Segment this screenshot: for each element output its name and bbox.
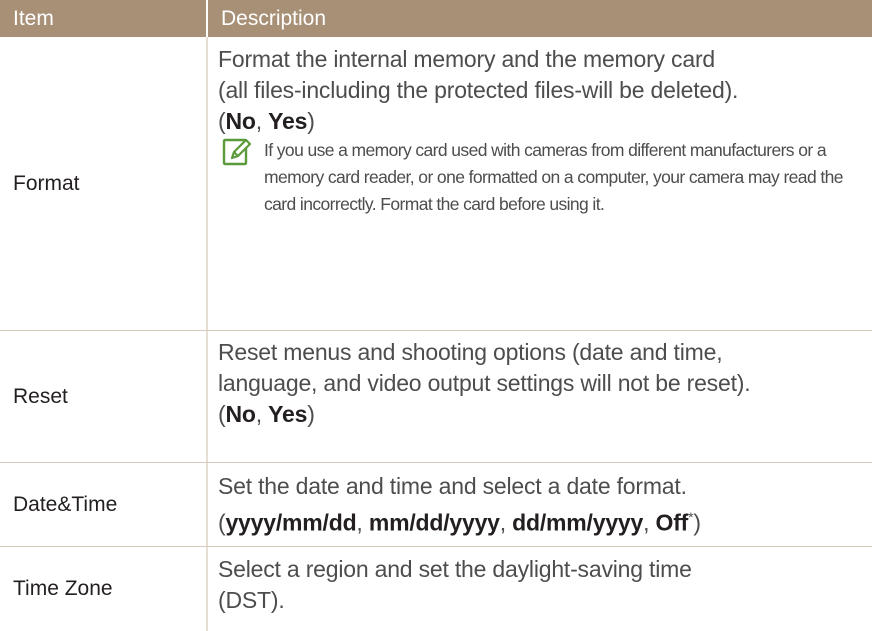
options-line: (No, Yes) [218,401,315,427]
description-line: language, and video output settings will… [218,370,751,396]
item-label: Reset [13,384,68,408]
option-value: No [225,108,256,134]
description-line: Format the internal memory and the memor… [218,46,715,72]
description-line: Select a region and set the daylight-sav… [218,556,692,582]
note-text: If you use a memory card used with camer… [264,140,843,214]
note-block: If you use a memory card used with camer… [222,137,862,218]
option-value: Yes [268,108,308,134]
description-line: (all files-including the protected files… [218,77,739,103]
table-row-description-date-time: Set the date and time and select a date … [218,471,866,539]
column-header-item: Item [0,0,206,37]
description-line: Set the date and time and select a date … [218,473,687,499]
description-line: Reset menus and shooting options (date a… [218,339,723,365]
option-value: mm/dd/yyyy [368,509,500,536]
column-header-description: Description [208,0,872,37]
option-value: Off [655,509,689,536]
item-label: Format [13,171,80,195]
option-value: Yes [268,401,308,427]
table-row-description-reset: Reset menus and shooting options (date a… [218,337,866,430]
options-line: (No, Yes) [218,108,315,134]
table-row-description-time-zone: Select a region and set the daylight-sav… [218,554,866,616]
column-divider [206,37,208,631]
option-value: No [225,401,256,427]
item-label: Date&Time [13,492,118,516]
item-label: Time Zone [13,577,113,600]
note-pencil-icon [222,138,252,166]
footnote-mark: * [688,509,694,525]
table-row-description-format: Format the internal memory and the memor… [218,44,866,137]
options-line: (yyyy/mm/dd, mm/dd/yyyy, dd/mm/yyyy, Off… [218,509,701,536]
option-value: dd/mm/yyyy [512,509,644,536]
option-value: yyyy/mm/dd [225,509,357,536]
description-line: (DST). [218,587,285,613]
table-row-item-format: Format [0,37,206,330]
table-row-item-reset: Reset [0,331,206,462]
table-row-item-date-time: Date&Time [0,463,206,546]
table-row-item-time-zone: Time Zone [0,547,206,631]
